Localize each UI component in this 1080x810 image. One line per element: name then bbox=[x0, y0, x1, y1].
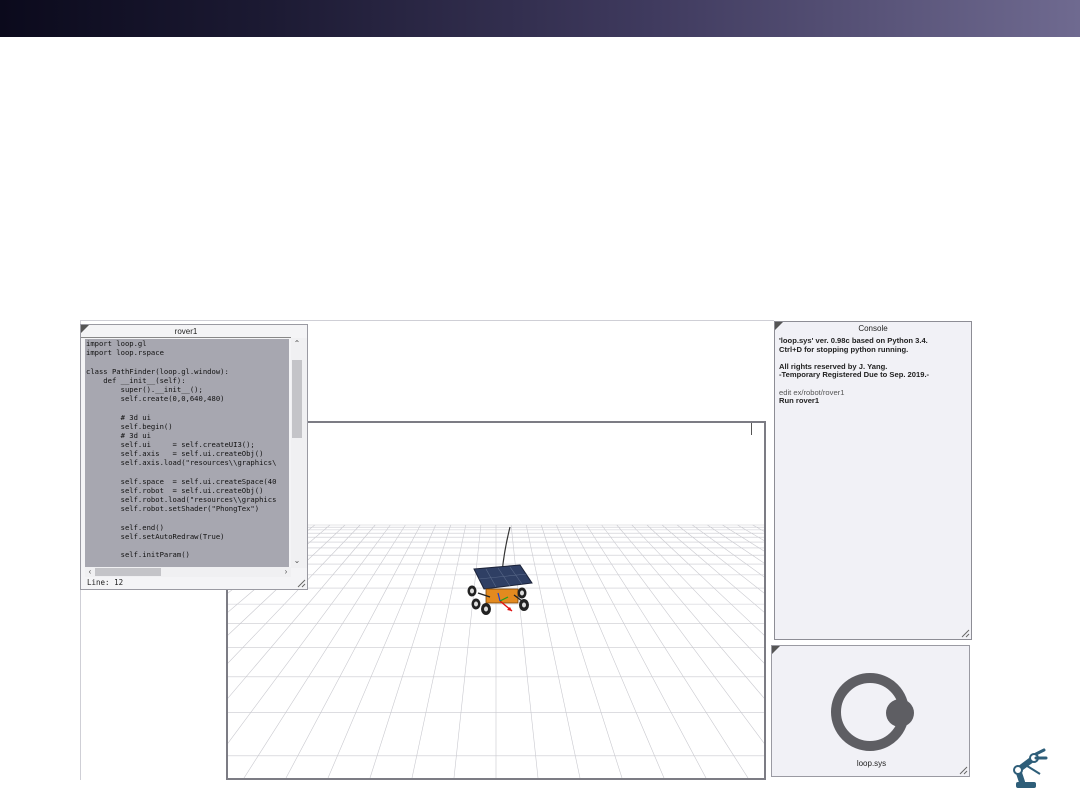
code-line: self.robot = self.ui.createObj() bbox=[86, 486, 264, 495]
resize-grip-icon[interactable] bbox=[296, 578, 306, 588]
console-title: Console bbox=[858, 324, 888, 333]
console-line: Ctrl+D for stopping python running. bbox=[779, 344, 909, 354]
code-line: self.axis.load("resources\\graphics\ bbox=[86, 458, 277, 468]
code-line: self.robot.load("resources\\graphics bbox=[86, 495, 277, 505]
code-line: self.end() bbox=[86, 522, 164, 532]
slide-header-bar bbox=[0, 0, 1080, 37]
code-line: self.space = self.ui.createSpace(40 bbox=[86, 476, 277, 486]
code-line: def __init__(self): bbox=[86, 375, 186, 385]
vertical-scrollbar[interactable]: ⌃ ⌄ bbox=[291, 338, 307, 568]
code-line: self.robot.setShader("PhongTex") bbox=[86, 504, 260, 514]
code-line: super().__init__(); bbox=[86, 384, 203, 394]
resize-grip-icon[interactable] bbox=[958, 765, 968, 775]
code-line: self.begin() bbox=[86, 421, 173, 431]
console-output: 'loop.sys' ver. 0.98c based on Python 3.… bbox=[779, 336, 967, 406]
loop-sys-logo-icon bbox=[831, 673, 914, 751]
console-line: Run rover1 bbox=[779, 396, 820, 406]
viewport-marker bbox=[751, 423, 752, 435]
console-window[interactable]: Console 'loop.sys' ver. 0.98c based on P… bbox=[774, 321, 972, 640]
scroll-down-icon[interactable]: ⌄ bbox=[291, 556, 303, 566]
desktop-top-border bbox=[80, 320, 774, 321]
code-line: # 3d ui bbox=[86, 412, 151, 422]
code-text-area[interactable]: import loop.gl import loop.rspace class Pa… bbox=[85, 339, 289, 567]
scroll-up-icon[interactable]: ⌃ bbox=[291, 339, 303, 349]
code-line: class PathFinder(loop.gl.window): bbox=[86, 366, 229, 376]
code-line: self.initParam() bbox=[86, 550, 190, 560]
scrollbar-thumb[interactable] bbox=[292, 360, 302, 438]
editor-title: rover1 bbox=[81, 325, 291, 338]
code-line: # 3d ui bbox=[86, 430, 151, 440]
code-editor-window[interactable]: rover1 import loop.gl import loop.rspace c… bbox=[80, 324, 308, 590]
line-status: Line: 12 bbox=[87, 578, 124, 587]
resize-grip-icon[interactable] bbox=[960, 628, 970, 638]
logo-window[interactable]: loop.sys bbox=[771, 645, 970, 777]
robot-arm-icon bbox=[1013, 748, 1048, 788]
console-line: -Temporary Registered Due to Sep. 2019.- bbox=[779, 370, 930, 380]
logo-label: loop.sys bbox=[856, 759, 887, 768]
code-line: self.ui = self.createUI3(); bbox=[86, 440, 255, 450]
horizontal-scrollbar[interactable]: ‹ › bbox=[85, 567, 291, 577]
scroll-left-icon[interactable]: ‹ bbox=[85, 567, 95, 577]
code-line: self.create(0,0,640,480) bbox=[86, 394, 225, 404]
code-line: import loop.rspace bbox=[86, 348, 164, 358]
hscrollbar-thumb[interactable] bbox=[95, 568, 161, 576]
code-line: self.axis = self.ui.createObj() bbox=[86, 449, 264, 459]
rover-model[interactable] bbox=[228, 423, 764, 778]
code-line: self.setAutoRedraw(True) bbox=[86, 531, 225, 541]
scroll-right-icon[interactable]: › bbox=[281, 567, 291, 577]
code-line: import loop.gl bbox=[86, 339, 147, 348]
